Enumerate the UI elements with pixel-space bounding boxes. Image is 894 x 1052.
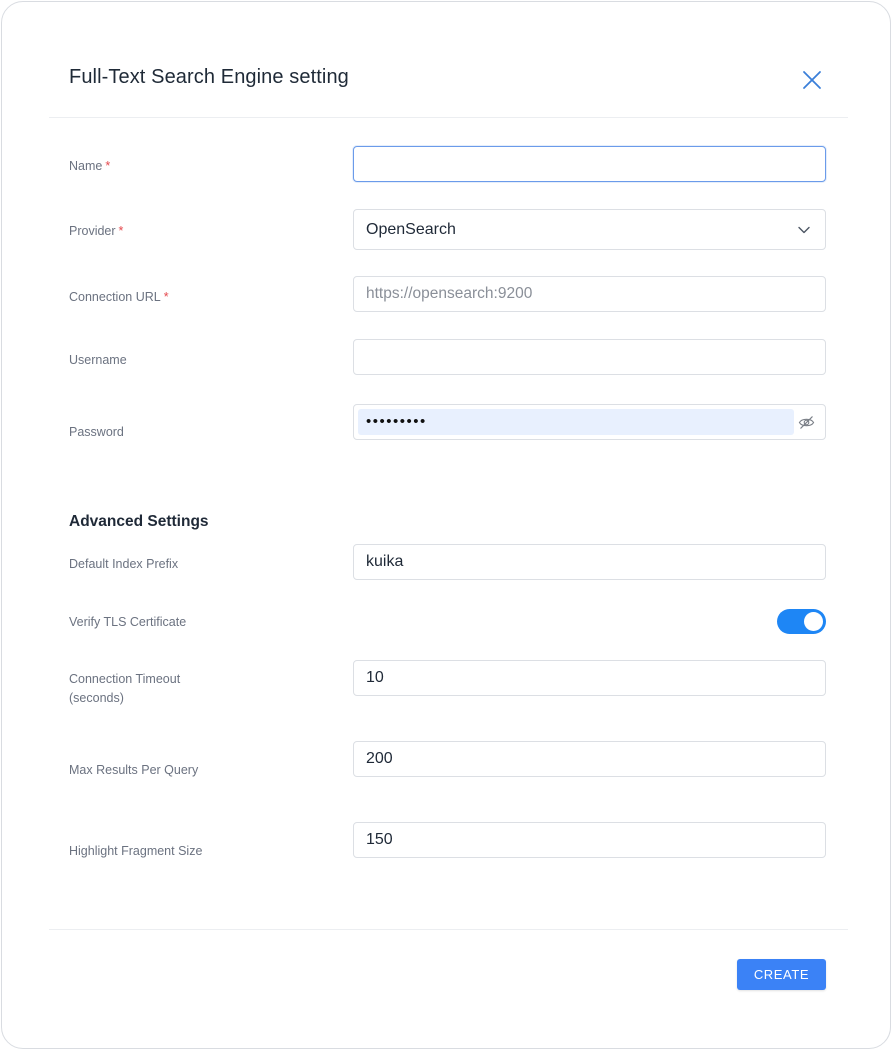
name-input[interactable] (353, 146, 826, 182)
connection-timeout-input[interactable] (353, 660, 826, 696)
highlight-fragment-size-label: Highlight Fragment Size (69, 844, 203, 858)
advanced-settings-heading: Advanced Settings (69, 513, 209, 530)
verify-tls-toggle[interactable] (777, 609, 826, 634)
password-label: Password (69, 425, 124, 439)
max-results-input[interactable] (353, 741, 826, 777)
highlight-fragment-size-input[interactable] (353, 822, 826, 858)
required-marker: * (105, 159, 111, 173)
default-index-prefix-input[interactable] (353, 544, 826, 580)
header-divider (49, 117, 848, 118)
chevron-down-icon (798, 226, 810, 233)
required-marker: * (118, 224, 124, 238)
close-button[interactable] (800, 68, 824, 92)
provider-select[interactable]: OpenSearch (353, 209, 826, 250)
username-label: Username (69, 353, 127, 367)
close-icon (803, 71, 821, 89)
provider-label: Provider * (69, 224, 124, 238)
default-index-prefix-label: Default Index Prefix (69, 557, 179, 571)
required-marker: * (163, 290, 169, 304)
footer-divider (49, 929, 848, 930)
connection-timeout-label: Connection Timeout (seconds) (69, 672, 181, 705)
password-input[interactable]: ••••••••• (353, 404, 826, 440)
password-masked-value: ••••••••• (358, 409, 794, 435)
provider-selected-value: OpenSearch (366, 220, 456, 238)
max-results-label: Max Results Per Query (69, 763, 199, 777)
toggle-knob (804, 612, 823, 631)
dialog-title: Full-Text Search Engine setting (69, 66, 349, 88)
verify-tls-label: Verify TLS Certificate (69, 615, 187, 629)
create-button[interactable]: CREATE (737, 959, 826, 990)
eye-off-icon[interactable] (798, 414, 815, 431)
username-input[interactable] (353, 339, 826, 375)
search-engine-settings-dialog: Full-Text Search Engine setting Name * Pr… (1, 1, 891, 1049)
connection-url-input[interactable] (353, 276, 826, 312)
name-label: Name * (69, 159, 111, 173)
connection-url-label: Connection URL * (69, 290, 169, 304)
